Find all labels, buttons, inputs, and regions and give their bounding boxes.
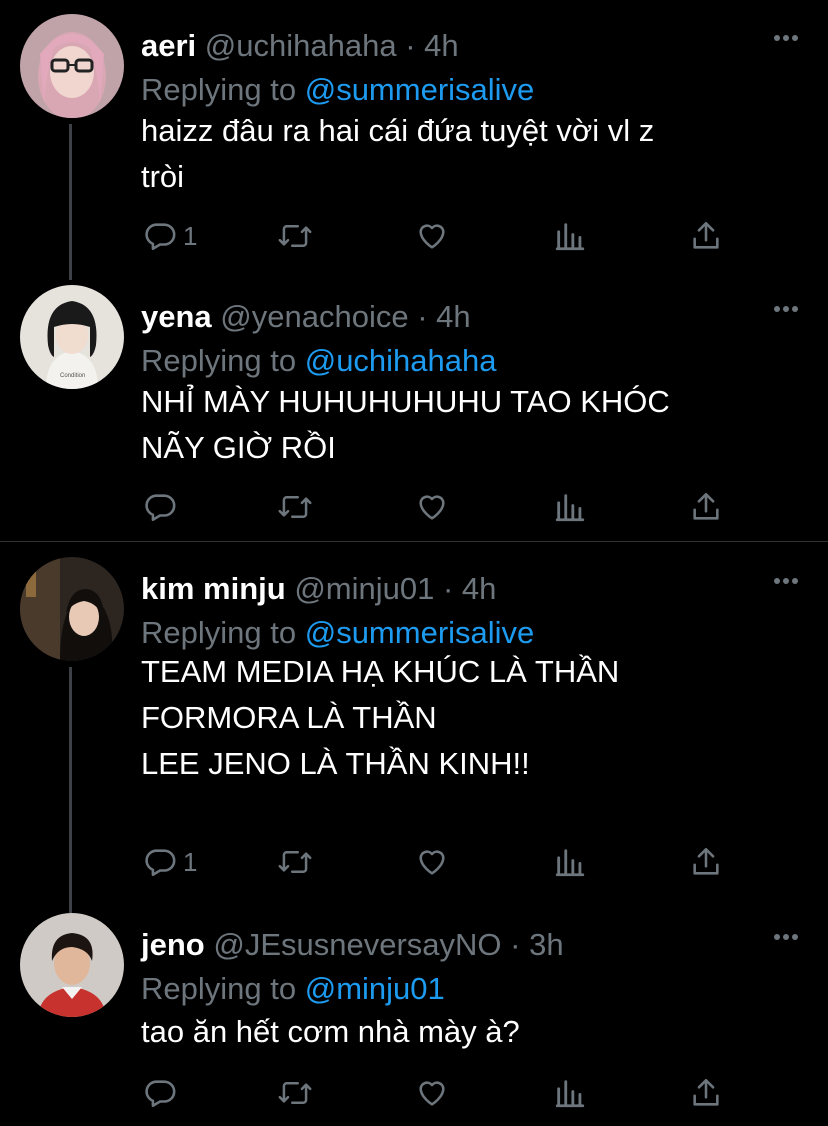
tweet-actions: 1 [141,842,741,882]
reply-button[interactable] [143,1073,183,1113]
tweet[interactable]: aeri @uchihahaha · 4h Replying to @summe… [0,14,828,274]
tweet-header: yena @yenachoice · 4h [141,295,471,339]
user-handle[interactable]: @JEsusneversayNO [213,927,501,962]
replying-to: Replying to @summerisalive [141,68,534,112]
views-button[interactable] [553,216,587,256]
timestamp[interactable]: · 4h [417,299,470,334]
avatar[interactable]: Condition [20,285,124,389]
replying-prefix: Replying to [141,615,297,650]
avatar[interactable] [20,913,124,1017]
replying-to-link[interactable]: @uchihahaha [305,343,497,378]
share-icon [693,492,719,520]
more-options-icon[interactable] [772,299,800,319]
heart-icon [419,224,445,249]
replying-to-link[interactable]: @summerisalive [305,72,535,107]
like-button[interactable] [415,1073,449,1113]
retweet-button[interactable] [277,842,313,882]
retweet-icon [278,1082,312,1104]
user-handle[interactable]: @minju01 [294,571,434,606]
analytics-icon [555,849,585,877]
retweet-icon [278,496,312,518]
share-icon [693,221,719,249]
replying-prefix: Replying to [141,971,297,1006]
reply-icon [145,849,176,877]
share-icon [693,847,719,875]
timestamp[interactable]: · 3h [510,927,563,962]
tweet[interactable]: jeno @JEsusneversayNO · 3h Replying to @… [0,913,828,1126]
reply-icon [145,1080,176,1108]
replying-prefix: Replying to [141,343,297,378]
views-button[interactable] [553,487,587,527]
replying-to-link[interactable]: @minju01 [305,971,445,1006]
replying-prefix: Replying to [141,72,297,107]
share-button[interactable] [689,842,723,882]
share-button[interactable] [689,1073,723,1113]
more-options-icon[interactable] [772,927,800,947]
avatar[interactable] [20,14,124,118]
timestamp[interactable]: · 4h [405,28,458,63]
tweet-actions: 1 [141,216,741,256]
more-options-icon[interactable] [772,28,800,48]
tweet-text: tao ăn hết cơm nhà mày à? [141,1014,520,1049]
tweet-text: NHỈ MÀY HUHUHUHUHU TAO KHÓC NÃY GIỜ RỒI [141,384,670,465]
tweet-text: haizz đâu ra hai cái đứa tuyệt vời vl z … [141,113,655,194]
reply-icon [145,223,176,251]
analytics-icon [555,1080,585,1108]
heart-icon [419,495,445,520]
replying-to: Replying to @uchihahaha [141,339,497,383]
tweet-text: TEAM MEDIA HẠ KHÚC LÀ THẦN FORMORA LÀ TH… [141,654,620,781]
replying-to: Replying to @minju01 [141,967,445,1011]
reply-count: 1 [183,220,198,251]
like-button[interactable] [415,842,449,882]
reply-button[interactable]: 1 [143,216,197,256]
reply-count: 1 [183,846,198,877]
analytics-icon [555,494,585,522]
retweet-button[interactable] [277,216,313,256]
tweet-header: aeri @uchihahaha · 4h [141,24,459,68]
more-options-icon[interactable] [772,571,800,591]
avatar[interactable] [20,557,124,661]
replying-to-link[interactable]: @summerisalive [305,615,535,650]
heart-icon [419,850,445,875]
views-button[interactable] [553,1073,587,1113]
share-icon [693,1078,719,1106]
reply-button[interactable] [143,487,183,527]
share-button[interactable] [689,487,723,527]
display-name[interactable]: kim minju [141,571,286,606]
views-button[interactable] [553,842,587,882]
tweet[interactable]: Condition yena @yenachoice · 4h Replying… [0,285,828,535]
analytics-icon [555,223,585,251]
user-handle[interactable]: @yenachoice [220,299,408,334]
like-button[interactable] [415,487,449,527]
heart-icon [419,1081,445,1106]
display-name[interactable]: yena [141,299,212,334]
like-button[interactable] [415,216,449,256]
tweet-header: jeno @JEsusneversayNO · 3h [141,923,564,967]
retweet-button[interactable] [277,487,313,527]
reply-icon [145,494,176,522]
display-name[interactable]: jeno [141,927,205,962]
share-button[interactable] [689,216,723,256]
tweet-actions [141,487,741,527]
tweet-actions [141,1073,741,1113]
divider [0,541,828,542]
retweet-button[interactable] [277,1073,313,1113]
timestamp[interactable]: · 4h [443,571,496,606]
reply-button[interactable]: 1 [143,842,197,882]
display-name[interactable]: aeri [141,28,196,63]
retweet-icon [278,851,312,873]
user-handle[interactable]: @uchihahaha [205,28,397,63]
tweet-header: kim minju @minju01 · 4h [141,567,496,611]
retweet-icon [278,225,312,247]
svg-text:Condition: Condition [60,373,85,379]
tweet[interactable]: kim minju @minju01 · 4h Replying to @sum… [0,557,828,887]
